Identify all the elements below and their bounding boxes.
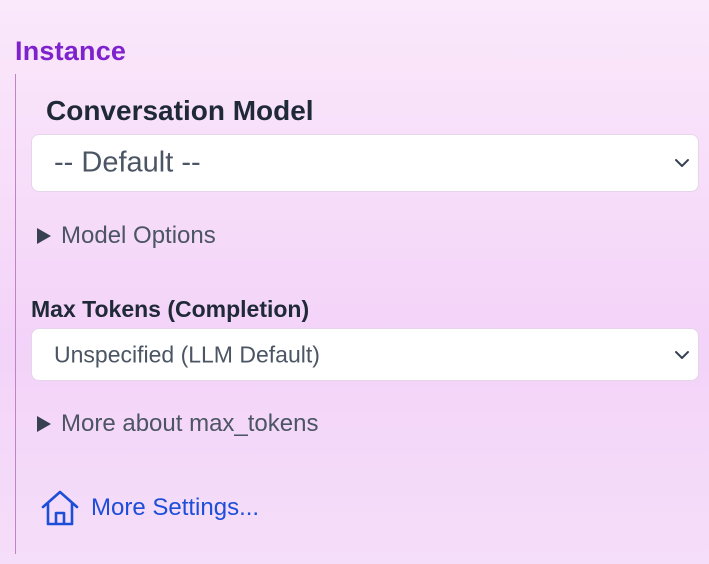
max-tokens-value: Unspecified (LLM Default) — [54, 341, 320, 367]
model-options-label: Model Options — [61, 222, 216, 249]
more-settings-label: More Settings... — [91, 494, 260, 521]
more-settings-link[interactable]: More Settings... — [40, 488, 259, 528]
disclosure-triangle-icon — [37, 416, 51, 432]
conversation-model-value: -- Default -- — [54, 146, 201, 179]
max-tokens-label: Max Tokens (Completion) — [31, 296, 310, 322]
chevron-down-icon — [675, 159, 689, 167]
chevron-down-icon — [675, 350, 689, 359]
model-options-toggle[interactable]: Model Options — [37, 222, 216, 250]
home-icon — [41, 490, 79, 526]
disclosure-triangle-icon — [37, 228, 51, 244]
max-tokens-more-label: More about max_tokens — [61, 410, 319, 437]
conversation-model-select[interactable]: -- Default -- — [31, 134, 699, 192]
max-tokens-more-toggle[interactable]: More about max_tokens — [37, 410, 318, 438]
section-border — [15, 74, 16, 554]
section-title: Instance — [15, 36, 127, 66]
max-tokens-select[interactable]: Unspecified (LLM Default) — [31, 328, 699, 381]
conversation-model-label: Conversation Model — [46, 95, 314, 126]
